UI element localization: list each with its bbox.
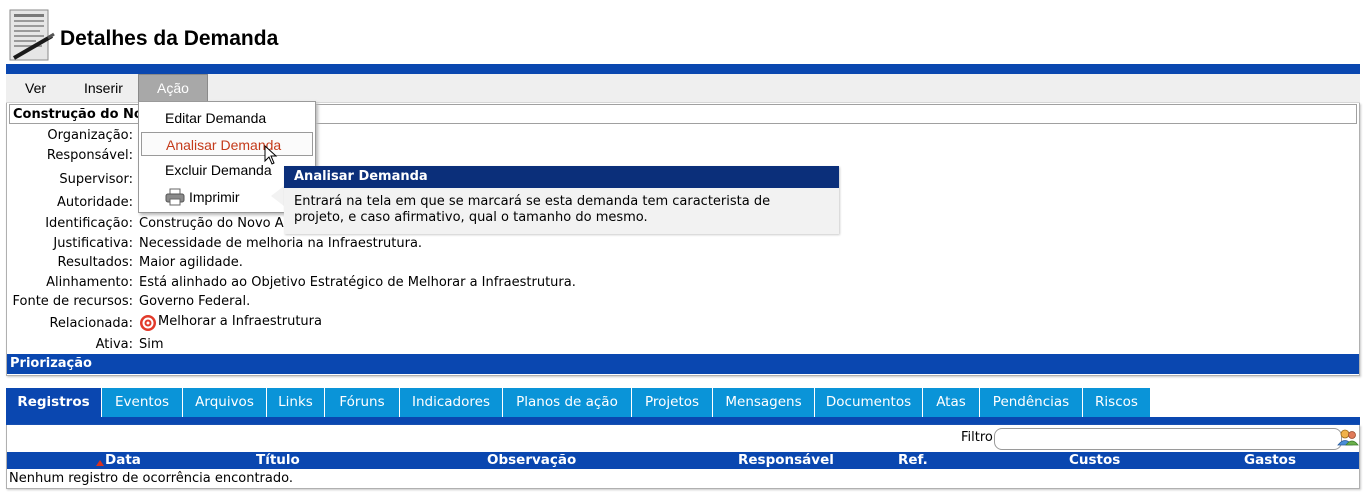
field-value-resultados: Maior agilidade.: [139, 255, 243, 270]
menu-acao-label: Ação: [157, 80, 189, 96]
field-label-ativa: Ativa:: [95, 337, 133, 352]
field-value-fonte-recursos: Governo Federal.: [139, 294, 251, 309]
tooltip-body: Entrará na tela em que se marcará se est…: [284, 188, 839, 226]
users-filter-icon[interactable]: [1337, 428, 1359, 446]
filter-label: Filtro: [961, 430, 993, 445]
field-label-relacionada: Relacionada:: [49, 316, 133, 331]
field-label-alinhamento: Alinhamento:: [46, 275, 133, 290]
menu-item-editar-label: Editar Demanda: [165, 110, 267, 126]
field-label-identificacao: Identificação:: [45, 216, 133, 231]
sort-ascending-icon[interactable]: [96, 460, 104, 466]
tab-pendencias[interactable]: Pendências: [980, 388, 1083, 417]
empty-list-message: Nenhum registro de ocorrência encontrado…: [9, 471, 293, 486]
tab-planos-de-acao[interactable]: Planos de ação: [503, 388, 632, 417]
field-value-ativa: Sim: [139, 337, 164, 352]
menu-ver[interactable]: Ver: [7, 74, 64, 102]
field-label-supervisor: Supervisor:: [59, 172, 133, 187]
tooltip-title: Analisar Demanda: [284, 166, 839, 188]
tab-riscos[interactable]: Riscos: [1083, 388, 1151, 417]
menu-acao[interactable]: Ação: [138, 74, 208, 102]
printer-icon: [165, 188, 185, 206]
tab-foruns[interactable]: Fóruns: [325, 388, 400, 417]
tab-links[interactable]: Links: [267, 388, 325, 417]
tab-eventos[interactable]: Eventos: [102, 388, 183, 417]
menu-bar: Ver Inserir Ação: [6, 74, 1360, 103]
target-icon: [140, 315, 156, 331]
tab-underline: [6, 417, 1360, 425]
analisar-demanda-tooltip: Analisar Demanda Entrará na tela em que …: [284, 166, 839, 234]
field-value-alinhamento: Está alinhado ao Objetivo Estratégico de…: [139, 275, 576, 290]
mouse-cursor-icon: [264, 145, 278, 165]
menu-inserir[interactable]: Inserir: [66, 74, 141, 102]
menu-item-excluir-label: Excluir Demanda: [165, 162, 272, 178]
menu-item-editar-demanda[interactable]: Editar Demanda: [141, 106, 313, 130]
field-label-fonte-recursos: Fonte de recursos:: [12, 294, 134, 309]
menu-ver-label: Ver: [25, 80, 47, 96]
tab-indicadores[interactable]: Indicadores: [400, 388, 503, 417]
tooltip-line-2: projeto, e caso afirmativo, qual o taman…: [294, 210, 648, 225]
col-ref[interactable]: Ref.: [898, 452, 928, 469]
details-title: Construção do No: [13, 107, 143, 122]
tab-documentos[interactable]: Documentos: [815, 388, 923, 417]
col-titulo[interactable]: Título: [256, 452, 300, 469]
header-divider: [6, 64, 1360, 74]
tab-atas[interactable]: Atas: [923, 388, 980, 417]
field-label-justificativa: Justificativa:: [53, 236, 133, 251]
document-edit-icon: [9, 9, 55, 61]
menu-item-imprimir-label: Imprimir: [189, 189, 240, 205]
col-responsavel[interactable]: Responsável: [738, 452, 834, 469]
tooltip-line-1: Entrará na tela em que se marcará se est…: [294, 194, 771, 209]
page-header: Detalhes da Demanda: [0, 0, 1364, 64]
col-gastos[interactable]: Gastos: [1244, 452, 1296, 469]
field-value-justificativa: Necessidade de melhoria na Infraestrutur…: [139, 236, 423, 251]
tab-projetos[interactable]: Projetos: [632, 388, 713, 417]
field-value-relacionada-link[interactable]: Melhorar a Infraestrutura: [158, 314, 322, 329]
tooltip-arrow: [271, 186, 284, 206]
menu-inserir-label: Inserir: [84, 80, 123, 96]
field-label-responsavel: Responsável:: [46, 148, 133, 163]
col-custos[interactable]: Custos: [1069, 452, 1120, 469]
tab-mensagens[interactable]: Mensagens: [713, 388, 815, 417]
field-label-autoridade: Autoridade:: [57, 195, 133, 210]
field-label-resultados: Resultados:: [57, 255, 134, 270]
tab-arquivos[interactable]: Arquivos: [183, 388, 267, 417]
priorizacao-section-header[interactable]: Priorização: [7, 354, 1359, 374]
page-title: Detalhes da Demanda: [60, 27, 279, 50]
registros-panel: Filtro Data Título Observação Responsáve…: [6, 425, 1360, 489]
menu-item-analisar-demanda[interactable]: Analisar Demanda: [141, 132, 313, 156]
col-observacao[interactable]: Observação: [487, 452, 576, 469]
filter-input[interactable]: [994, 428, 1342, 450]
grid-header: Data Título Observação Responsável Ref. …: [7, 452, 1359, 469]
tab-registros[interactable]: Registros: [6, 388, 102, 417]
field-label-organizacao: Organização:: [47, 128, 133, 143]
col-data[interactable]: Data: [105, 452, 141, 469]
